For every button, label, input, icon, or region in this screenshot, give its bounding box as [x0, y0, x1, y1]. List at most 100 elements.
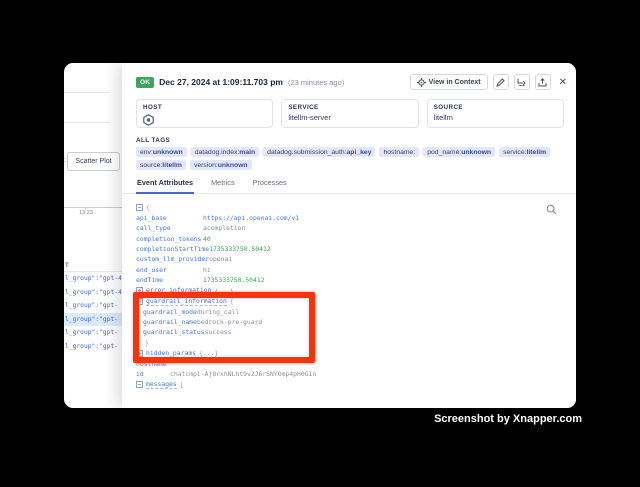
status-badge: OK — [136, 77, 154, 88]
tags-list: env:unknown datadog.index:main datadog.sub… — [136, 147, 564, 170]
attribute-row: end_userhi — [122, 265, 576, 275]
attribute-row: guardrail_namebedrock-pre-guard — [122, 317, 576, 327]
all-tags-section: ALL TAGS env:unknown datadog.index:main da… — [136, 137, 564, 170]
attribute-key[interactable]: completion_tokens — [136, 235, 203, 243]
tag-pill[interactable]: hostname: — [379, 147, 419, 157]
edit-button[interactable] — [493, 74, 509, 90]
attribute-value[interactable]: hi — [203, 266, 211, 274]
attribute-key[interactable]: guardrail_information — [146, 297, 227, 306]
attribute-key[interactable]: guardrail_mode — [143, 308, 197, 316]
tag-pill[interactable]: datadog.index:main — [191, 147, 259, 157]
attribute-key[interactable]: messages — [146, 380, 177, 389]
attribute-row: endTime1735333750.50412 — [122, 275, 576, 285]
log-row[interactable]: l_group":"gpt-4o — [64, 272, 122, 286]
attribute-row: custom_llm_provideropenai — [122, 254, 576, 264]
attribute-key[interactable]: endTime — [136, 276, 203, 284]
expand-icon[interactable] — [136, 287, 143, 294]
attribute-key[interactable]: hostname — [136, 360, 170, 368]
collapse-icon[interactable] — [136, 298, 143, 305]
scatter-plot-button[interactable]: Scatter Plot — [67, 152, 120, 171]
expand-icon[interactable] — [136, 350, 143, 357]
view-in-context-button[interactable]: View in Context — [410, 74, 488, 90]
bracket: { — [230, 297, 234, 305]
background-divider — [64, 122, 110, 123]
search-icon — [546, 204, 557, 215]
attribute-row: guardrail_statussuccess — [122, 327, 576, 337]
attribute-row: idchatcmpl-Aj8rxhNLht9v2J6rSNYOmp4pH0G1n — [122, 369, 576, 379]
attribute-row: completionStartTime1735333750.50412 — [122, 244, 576, 254]
attribute-row: { — [122, 202, 576, 212]
summary-cards: HOSTSERVICElitellm-serverSOURCElitellm — [136, 99, 564, 128]
search-attributes-button[interactable] — [544, 202, 558, 216]
attribute-key[interactable]: custom_llm_provider — [136, 255, 209, 263]
close-icon[interactable]: ✕ — [559, 77, 567, 88]
attribute-row: call_typeacompletion — [122, 223, 576, 233]
target-icon — [417, 78, 426, 87]
attribute-key[interactable]: call_type — [136, 224, 203, 232]
attributes-tree: { api_basehttps://api.openai.com/v1call_t… — [122, 202, 576, 408]
attribute-row: guardrail_information{ — [122, 296, 576, 306]
summary-card-value[interactable]: litellm-server — [288, 113, 411, 122]
attribute-value[interactable]: 1735333750.50412 — [209, 245, 271, 253]
screenshot-root: { "watermark": "Screenshot by Xnapper.co… — [0, 0, 640, 487]
tab-event-attributes[interactable]: Event Attributes — [136, 175, 194, 194]
panel-header: OK Dec 27, 2024 at 1:09:11.703 pm (23 mi… — [136, 73, 567, 91]
attribute-key[interactable]: guardrail_status — [143, 328, 205, 336]
event-detail-panel: OK Dec 27, 2024 at 1:09:11.703 pm (23 mi… — [122, 63, 576, 408]
log-row[interactable]: l_group":"gpt- — [64, 313, 122, 327]
summary-card-label: HOST — [143, 104, 266, 111]
collapse-icon[interactable] — [136, 204, 143, 211]
log-row[interactable]: l_group":"gpt- — [64, 340, 122, 354]
collapse-icon[interactable] — [136, 381, 143, 388]
attribute-value[interactable]: bedrock-pre-guard — [197, 318, 262, 326]
bracket: {...} — [199, 349, 218, 357]
tag-pill[interactable]: datadog.submission_auth:api_key — [263, 147, 375, 157]
watermark: Screenshot by Xnapper.com — [434, 413, 582, 425]
view-in-context-label: View in Context — [429, 79, 481, 86]
log-list: l_group":"gpt-4ol_group":"gpt-4ol_group"… — [64, 272, 122, 353]
tag-pill[interactable]: source:litellm — [136, 160, 186, 170]
attribute-row: error_information{...} — [122, 286, 576, 296]
tab-metrics[interactable]: Metrics — [210, 175, 236, 193]
truncated-label: : — [64, 157, 66, 164]
export-icon — [538, 78, 547, 87]
attribute-key[interactable]: completionStartTime — [136, 245, 209, 253]
shortcuts-button[interactable] — [514, 74, 530, 90]
tag-pill[interactable]: service:litellm — [499, 147, 550, 157]
attribute-value[interactable]: during_call — [197, 308, 239, 316]
bracket: { — [146, 203, 150, 211]
attribute-row: hostname — [122, 359, 576, 369]
tag-pill[interactable]: version:unknown — [190, 160, 252, 170]
attribute-value[interactable]: 40 — [203, 235, 211, 243]
attribute-key[interactable]: end_user — [136, 266, 203, 274]
attribute-row: hidden_params{...} — [122, 348, 576, 358]
summary-card-source: SOURCElitellm — [427, 99, 564, 128]
attribute-key[interactable]: error_information — [146, 286, 211, 295]
attribute-key[interactable]: api_base — [136, 214, 203, 222]
tab-processes[interactable]: Processes — [252, 175, 288, 193]
attribute-row: } — [122, 338, 576, 348]
summary-card-value[interactable]: litellm — [434, 113, 557, 122]
attribute-value[interactable]: https://api.openai.com/v1 — [203, 214, 299, 222]
attribute-key[interactable]: guardrail_name — [143, 318, 197, 326]
app-window: : Scatter Plot 13:23 T l_group":"gpt-4ol… — [64, 63, 576, 408]
tag-pill[interactable]: env:unknown — [136, 147, 187, 157]
tag-pill[interactable]: pod_name:unknown — [423, 147, 495, 157]
attribute-value[interactable]: chatcmpl-Aj8rxhNLht9v2J6rSNYOmp4pH0G1n — [170, 370, 316, 378]
log-list-header: T — [65, 263, 69, 269]
attribute-value[interactable]: openai — [209, 255, 232, 263]
all-tags-label: ALL TAGS — [136, 137, 564, 144]
attribute-row: guardrail_modeduring_call — [122, 306, 576, 316]
background-divider — [64, 92, 110, 93]
attribute-key[interactable]: id — [136, 370, 170, 378]
timeline-axis — [64, 207, 122, 208]
bracket: {...} — [214, 287, 233, 295]
log-row[interactable]: l_group":"gpt- — [64, 299, 122, 313]
log-row[interactable]: l_group":"gpt- — [64, 326, 122, 340]
attribute-value[interactable]: success — [205, 328, 232, 336]
attribute-value[interactable]: acompletion — [203, 224, 245, 232]
export-button[interactable] — [535, 74, 551, 90]
attribute-key[interactable]: hidden_params — [146, 349, 196, 358]
log-row[interactable]: l_group":"gpt-4o — [64, 286, 122, 300]
attribute-value[interactable]: 1735333750.50412 — [203, 276, 265, 284]
